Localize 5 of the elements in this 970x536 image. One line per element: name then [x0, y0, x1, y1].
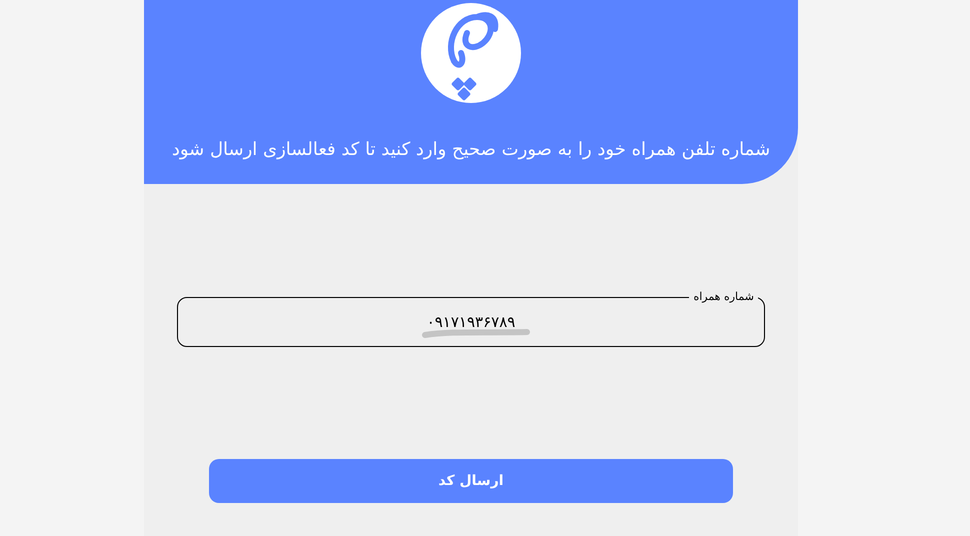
logo-icon — [421, 3, 521, 103]
field-label: شماره همراه — [692, 289, 755, 305]
phone-field[interactable]: شماره همراه ۰۹۱۷۱۹۳۶۷۸۹ — [177, 289, 765, 347]
phone-number: ۰۹۱۷۱۹۳۶۷۸۹ — [426, 312, 516, 331]
instruction-text: شماره تلفن همراه خود را به صورت صحیح وارد کنید تا کد فعالسازی ارسال شود — [172, 138, 770, 162]
